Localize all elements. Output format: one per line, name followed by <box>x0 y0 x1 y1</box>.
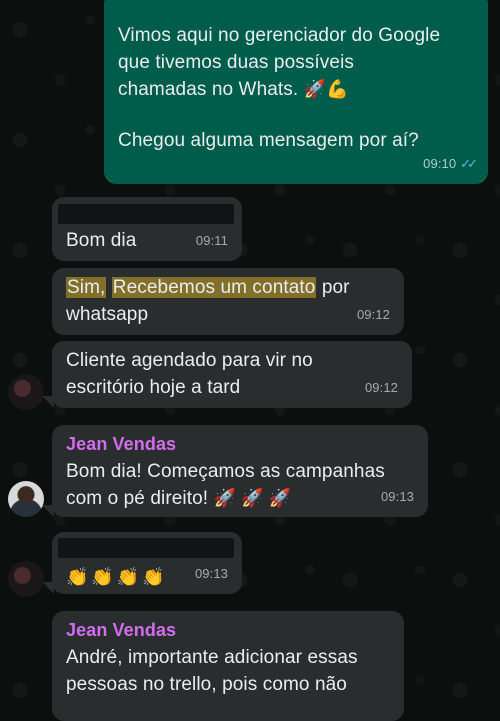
message-meta: 09:10 ✓✓ <box>423 150 478 177</box>
message-incoming[interactable]: Jean Vendas Bom dia! Começamos as campan… <box>52 425 428 517</box>
message-text-line: André, importante adicionar essas <box>66 647 358 668</box>
sender-name[interactable]: Jean Vendas <box>66 617 390 644</box>
clapping-emoji: 👏👏👏👏 <box>66 567 168 587</box>
message-text: Bom dia <box>66 230 137 251</box>
message-text: por <box>316 277 350 298</box>
redacted-sender <box>58 204 234 224</box>
double-check-icon: ✓✓ <box>460 156 478 171</box>
message-text-line: Bom dia! Começamos as campanhas <box>66 461 385 482</box>
sender-name[interactable]: Jean Vendas <box>66 431 414 458</box>
message-text: chamadas no Whats. <box>118 79 299 100</box>
message-time: 09:12 <box>364 380 398 395</box>
message-text-line: Cliente agendado para vir no <box>66 350 313 371</box>
rocket-emoji: 🚀 🚀 🚀 <box>213 488 292 508</box>
message-text-line: com o pé direito! 🚀 🚀 🚀 <box>66 485 414 512</box>
bubble-tail <box>42 582 54 594</box>
message-time: 09:12 <box>356 307 390 322</box>
message-time: 09:10 <box>423 156 457 171</box>
message-text-line: chamadas no Whats. 🚀💪 <box>118 76 474 103</box>
message-time: 09:13 <box>194 566 228 581</box>
message-text-line: Chegou alguma mensagem por aí? <box>118 130 419 151</box>
message-incoming[interactable]: Cliente agendado para vir no escritório … <box>52 341 412 408</box>
message-incoming[interactable]: Jean Vendas André, importante adicionar … <box>52 611 404 721</box>
contact-avatar[interactable] <box>8 561 44 597</box>
message-incoming[interactable]: Bom dia 09:11 <box>52 197 242 261</box>
contact-avatar[interactable] <box>8 481 44 517</box>
contact-avatar[interactable] <box>8 374 44 410</box>
message-outgoing[interactable]: Vimos aqui no gerenciador do Google que … <box>104 0 488 184</box>
bubble-tail <box>42 505 54 517</box>
message-time: 09:11 <box>195 233 228 248</box>
bubble-tail <box>42 396 54 408</box>
message-text-line: pessoas no trello, pois como não <box>66 674 347 695</box>
message-time: 09:13 <box>380 489 414 504</box>
redacted-sender <box>58 538 234 558</box>
message-text-line: whatsapp <box>66 304 149 325</box>
rocket-muscle-emoji: 🚀💪 <box>303 79 349 99</box>
message-text-line: Vimos aqui no gerenciador do Google <box>118 25 441 46</box>
highlighted-text: Recebemos um contato <box>111 277 317 298</box>
message-incoming[interactable]: Sim, Recebemos um contato por whatsapp 0… <box>52 268 404 335</box>
highlighted-text: Sim, <box>66 277 107 298</box>
message-text-line: escritório hoje a tard <box>66 377 241 398</box>
message-text-line: Sim, Recebemos um contato por <box>66 274 390 301</box>
message-text: com o pé direito! <box>66 488 209 509</box>
message-incoming[interactable]: 👏👏👏👏 09:13 <box>52 532 242 594</box>
message-text-line: que tivemos duas possíveis <box>118 52 354 73</box>
